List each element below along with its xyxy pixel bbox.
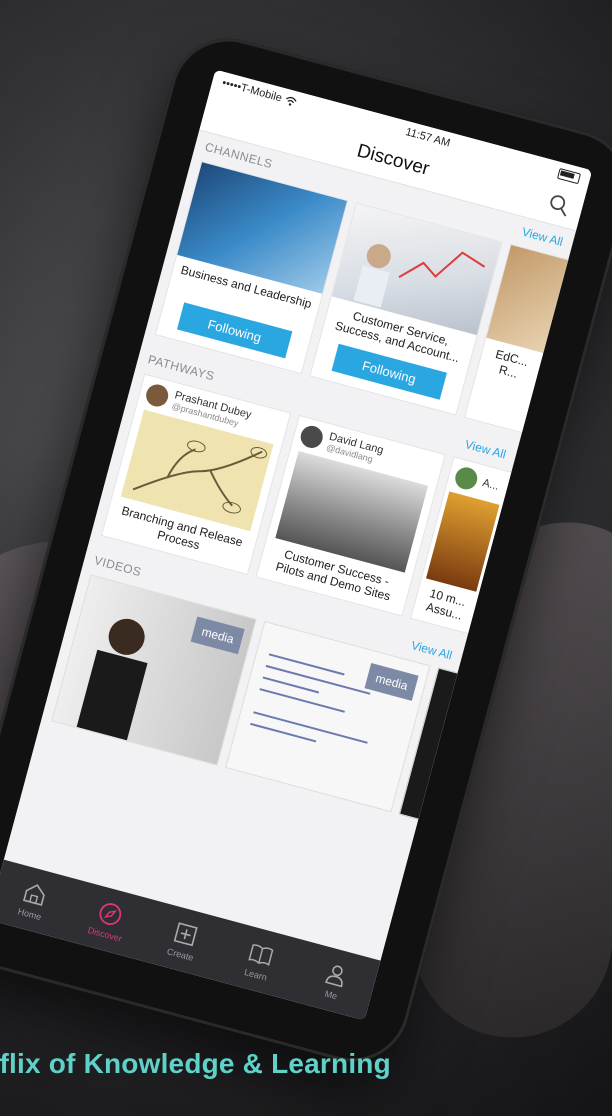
tab-label: Me — [323, 987, 339, 1001]
tab-home[interactable]: Home — [0, 872, 72, 928]
avatar — [298, 423, 326, 451]
pathway-card[interactable]: Prashant Dubey @prashantdubey Branching … — [100, 373, 292, 576]
book-icon — [248, 943, 274, 966]
plus-square-icon — [173, 921, 198, 946]
compass-icon — [99, 902, 122, 925]
tab-me[interactable]: Me — [296, 953, 374, 1009]
battery-icon — [557, 167, 582, 184]
tab-create[interactable]: Create — [145, 912, 223, 968]
presenter-thumbnail — [76, 618, 148, 741]
tab-label: Home — [16, 905, 43, 922]
person-icon — [325, 964, 343, 987]
avatar — [452, 464, 480, 492]
code-thumbnail — [250, 653, 371, 744]
search-button[interactable] — [546, 192, 573, 219]
video-card[interactable]: media — [51, 574, 257, 766]
pathway-card[interactable]: David Lang @davidlang Customer Success -… — [255, 414, 446, 617]
wifi-icon — [286, 97, 297, 106]
tab-discover[interactable]: Discover — [70, 892, 148, 948]
tagline-text: tflix of Knowledge & Learning — [0, 1048, 391, 1079]
search-icon — [550, 195, 567, 217]
tab-label: Learn — [243, 966, 269, 983]
tab-learn[interactable]: Learn — [221, 932, 299, 988]
video-card[interactable]: media — [225, 620, 431, 813]
avatar — [143, 382, 171, 409]
author-name: A... — [481, 476, 501, 493]
home-icon — [23, 883, 45, 906]
tagline: tflix of Knowledge & Learning — [0, 1048, 612, 1080]
